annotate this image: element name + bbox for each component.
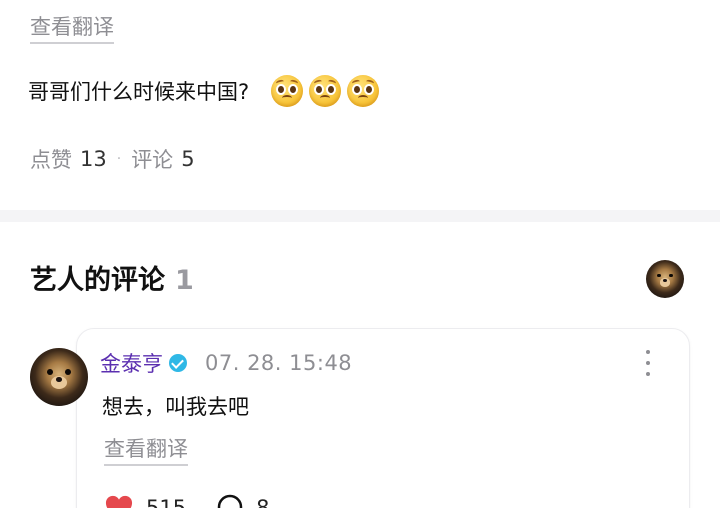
commenter-name[interactable]: 金泰亨 [100, 348, 163, 378]
comment-translate-link[interactable]: 查看翻译 [104, 436, 188, 466]
comment-reactions: 515 8 [104, 494, 269, 508]
post-stats: 点赞 13 · 评论 5 [30, 144, 195, 174]
verified-badge-icon [169, 354, 187, 372]
artist-comments-heading: 艺人的评论 1 [30, 258, 194, 297]
like-count: 515 [146, 496, 187, 508]
comments-label[interactable]: 评论 [131, 144, 173, 174]
comments-count[interactable]: 5 [181, 147, 194, 171]
stats-separator: · [116, 151, 122, 167]
heart-icon[interactable] [104, 494, 134, 508]
artist-avatar-small[interactable] [646, 260, 684, 298]
likes-label[interactable]: 点赞 [30, 144, 72, 174]
likes-count[interactable]: 13 [80, 147, 107, 171]
reply-count: 8 [256, 496, 270, 508]
pleading-face-icon [347, 75, 380, 107]
artist-comments-count: 1 [175, 265, 194, 296]
comment-header: 金泰亨 07. 28. 15:48 [100, 348, 352, 378]
app-screen: 查看翻译 哥哥们什么时候来中国? 点赞 13 · 评论 5 艺人的评论 1 金泰… [0, 0, 720, 508]
comment-text: 想去，叫我去吧 [102, 395, 249, 419]
post-text: 哥哥们什么时候来中国? [28, 80, 250, 104]
artist-comments-title: 艺人的评论 [30, 265, 165, 296]
section-divider [0, 210, 720, 222]
reply-bubble-icon[interactable] [216, 494, 244, 508]
more-options-icon[interactable] [644, 350, 652, 376]
pleading-face-icon [309, 75, 342, 107]
post-translate-link[interactable]: 查看翻译 [30, 14, 114, 44]
post-body: 哥哥们什么时候来中国? [28, 74, 385, 108]
emoji-group [271, 75, 385, 107]
comment-timestamp: 07. 28. 15:48 [205, 351, 353, 375]
commenter-avatar[interactable] [30, 348, 88, 406]
pleading-face-icon [271, 75, 304, 107]
